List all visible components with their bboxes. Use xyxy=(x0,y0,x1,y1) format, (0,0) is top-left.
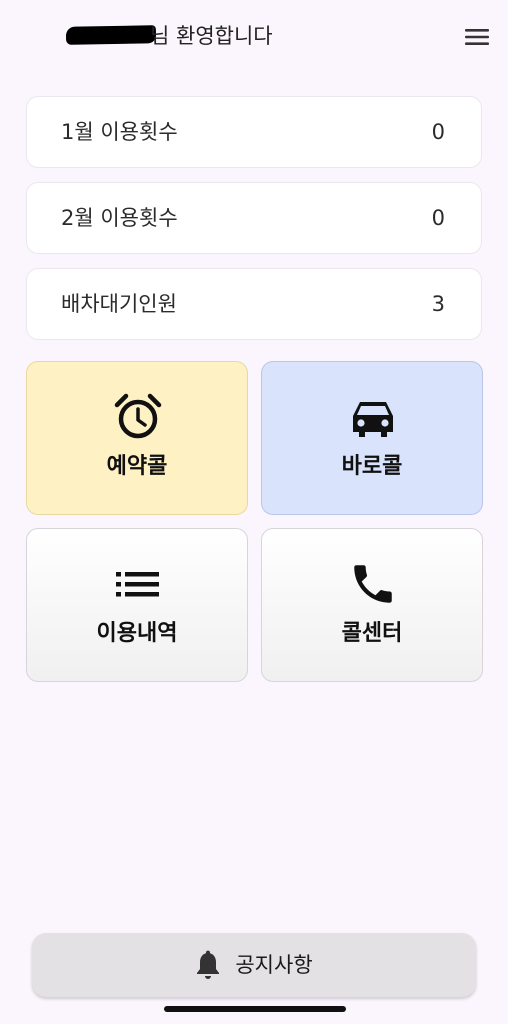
reserve-call-button[interactable]: 예약콜 xyxy=(26,361,248,515)
stat-value: 3 xyxy=(431,292,445,316)
notice-label: 공지사항 xyxy=(235,953,313,977)
stat-label: 2월 이용횟수 xyxy=(61,206,178,230)
app-header: 님 환영합니다 xyxy=(0,0,508,72)
tile-label: 콜센터 xyxy=(341,621,403,646)
stat-card-february: 2월 이용횟수 0 xyxy=(26,182,482,254)
stat-card-waiting: 배차대기인원 3 xyxy=(26,268,482,340)
bell-icon xyxy=(197,950,220,979)
welcome-text: 님 환영합니다 xyxy=(150,24,273,48)
stat-value: 0 xyxy=(431,120,445,144)
tile-label: 이용내역 xyxy=(96,621,178,646)
home-indicator xyxy=(164,1006,346,1012)
direct-call-button[interactable]: 바로콜 xyxy=(261,361,483,515)
alarm-clock-icon xyxy=(113,392,163,442)
stat-label: 배차대기인원 xyxy=(61,292,177,316)
stat-value: 0 xyxy=(431,206,445,230)
tile-label: 바로콜 xyxy=(341,454,403,479)
menu-button[interactable] xyxy=(462,24,492,50)
stat-card-january: 1월 이용횟수 0 xyxy=(26,96,482,168)
notice-button[interactable]: 공지사항 xyxy=(32,933,476,997)
call-center-button[interactable]: 콜센터 xyxy=(261,528,483,682)
car-icon xyxy=(348,392,398,442)
stat-label: 1월 이용횟수 xyxy=(61,120,178,144)
hamburger-menu-icon xyxy=(465,29,489,45)
redacted-username xyxy=(65,25,157,45)
phone-icon xyxy=(348,559,398,609)
tile-label: 예약콜 xyxy=(106,454,168,479)
usage-history-button[interactable]: 이용내역 xyxy=(26,528,248,682)
list-icon xyxy=(113,559,163,609)
